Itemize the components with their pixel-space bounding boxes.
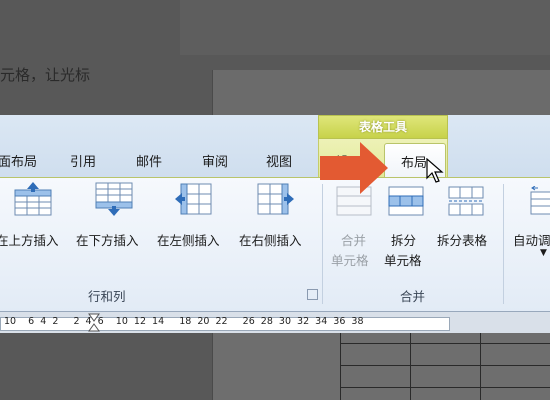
insert-right-icon[interactable] [256,182,294,216]
insert-right-button[interactable]: 在右侧插入 [239,230,302,249]
ruler-ticks: 10 6 4 2 2 4 6 10 12 14 18 20 22 26 28 3… [4,316,364,327]
merge-group-label: 合并 [400,289,426,304]
rows-cols-dialog-launcher[interactable] [307,289,318,300]
tab-review[interactable]: 审阅 [202,151,228,170]
ribbon: 表格工具 面布局 引用 邮件 审阅 视图 设 布局 在上方插入 在下方插入 [0,115,550,335]
document-table [340,333,550,400]
autofit-icon[interactable] [530,186,550,216]
tab-layout-label: 布局 [401,156,428,171]
table-tools-header: 表格工具 [318,115,448,139]
mouse-cursor-icon [426,158,444,183]
tab-view[interactable]: 视图 [266,151,292,170]
autofit-dropdown-icon[interactable]: ▼ [540,248,547,258]
horizontal-ruler[interactable]: 10 6 4 2 2 4 6 10 12 14 18 20 22 26 28 3… [0,311,550,335]
autofit-button[interactable]: 自动调 [513,230,550,249]
split-table-button[interactable]: 拆分表格 [437,230,487,249]
ribbon-panel: 在上方插入 在下方插入 在左侧插入 在右侧插入 行和列 合并 单元格 拆分 单元… [0,177,550,313]
merge-cells-label-line2[interactable]: 单元格 [331,250,369,269]
tab-mailings[interactable]: 邮件 [136,151,162,170]
split-table-icon[interactable] [448,186,484,216]
insert-below-icon[interactable] [95,182,133,216]
document-text: 元格，让光标 [0,66,91,84]
insert-below-button[interactable]: 在下方插入 [76,230,139,249]
group-separator [322,184,323,304]
rows-cols-group-label: 行和列 [88,289,126,304]
insert-left-button[interactable]: 在左侧插入 [157,230,220,249]
group-separator [503,184,504,304]
insert-above-icon[interactable] [14,182,52,216]
indent-marker-icon[interactable] [88,313,100,333]
split-cells-label-line2[interactable]: 单元格 [384,250,422,269]
tab-references[interactable]: 引用 [70,151,96,170]
split-cells-icon[interactable] [388,186,424,216]
insert-above-button[interactable]: 在上方插入 [0,230,59,249]
tab-page-layout[interactable]: 面布局 [0,151,37,170]
highlight-arrow-icon [320,142,388,194]
split-cells-label-line1[interactable]: 拆分 [391,230,416,249]
document-page [212,70,550,118]
merge-cells-label-line1[interactable]: 合并 [341,230,366,249]
document-background [180,0,550,55]
insert-left-icon[interactable] [175,182,213,216]
